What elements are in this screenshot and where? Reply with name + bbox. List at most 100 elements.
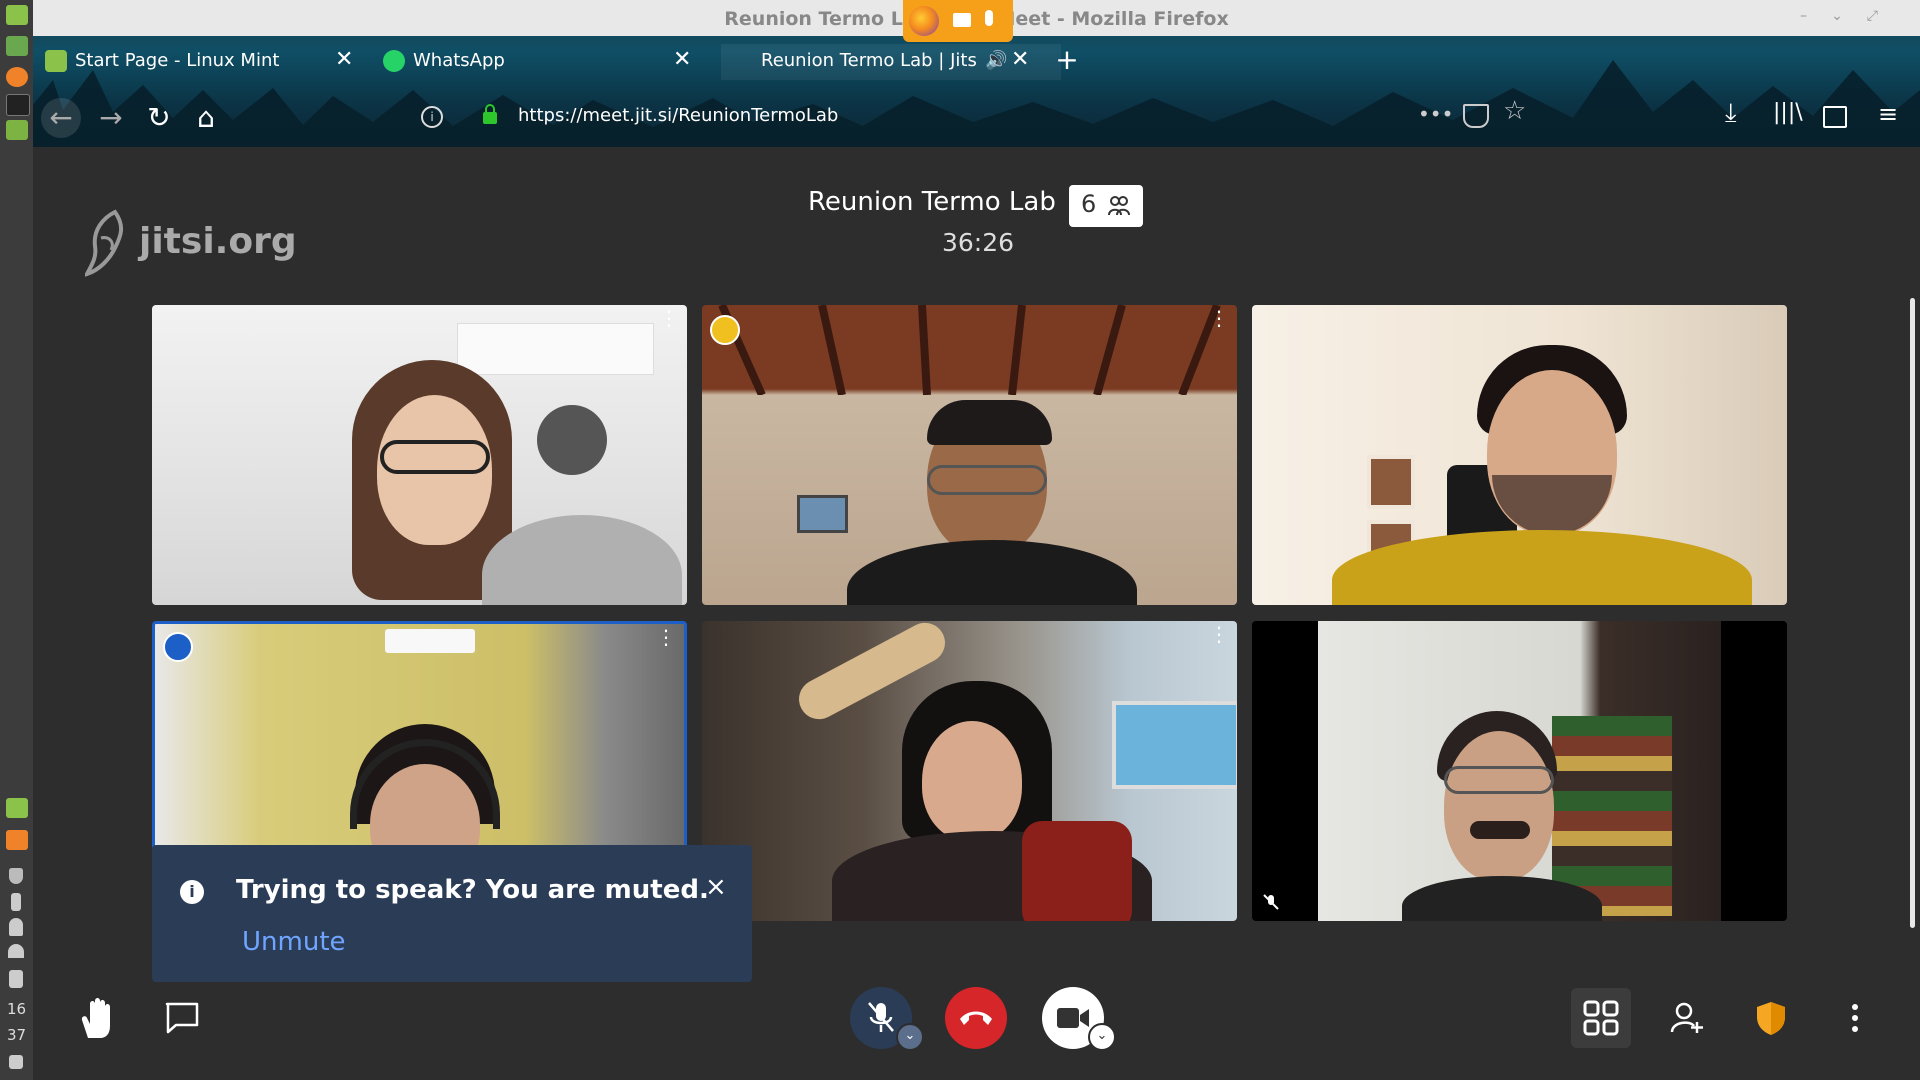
reload-icon[interactable]: ↻ [139, 98, 179, 138]
mustache [1470, 821, 1530, 839]
clock-minute[interactable]: 37 [0, 1026, 33, 1044]
sidebar-toggle-icon[interactable] [1823, 106, 1847, 128]
moderator-icon [163, 632, 193, 662]
bookmark-star-icon[interactable]: ☆ [1503, 96, 1526, 126]
whatsapp-favicon-icon [383, 50, 405, 72]
hair [927, 400, 1052, 445]
invite-participants-button[interactable] [1670, 1002, 1704, 1038]
window-list-firefox-icon[interactable] [6, 830, 28, 850]
tile-view-icon [1583, 1000, 1619, 1036]
tile-more-icon[interactable]: ⋮ [1209, 624, 1229, 644]
mic-muted-icon [868, 1002, 894, 1032]
bluetooth-tray-icon[interactable] [11, 893, 21, 911]
participant-video-tile-speaking[interactable]: ⋮ [702, 305, 1237, 605]
red-chair [1022, 821, 1132, 921]
wall-picture [797, 495, 848, 533]
jitsi-watermark[interactable]: jitsi.org [85, 208, 297, 278]
clock-hour[interactable]: 16 [0, 1000, 33, 1018]
notification-message: Trying to speak? You are muted. [236, 875, 709, 905]
camera-toggle-button[interactable]: ⌄ [1042, 987, 1116, 1051]
forward-icon[interactable]: → [91, 98, 131, 138]
logo-text: jitsi.org [139, 221, 297, 262]
linux-mint-favicon-icon [45, 50, 67, 72]
tab-whatsapp[interactable]: WhatsApp ✕ [373, 44, 693, 80]
mint-menu-icon[interactable] [6, 5, 28, 25]
tab-label: Reunion Termo Lab | Jitsi [761, 50, 976, 71]
site-info-icon[interactable]: i [421, 106, 443, 128]
participant-video-tile[interactable] [1252, 305, 1787, 605]
close-tab-icon[interactable]: ✕ [1011, 47, 1029, 72]
window-list-mint-icon[interactable] [6, 798, 28, 818]
unmute-link[interactable]: Unmute [242, 927, 346, 957]
muted-notification: i Trying to speak? You are muted. Unmute… [152, 845, 752, 982]
files-launcher-icon[interactable] [6, 120, 28, 140]
secure-lock-icon[interactable] [483, 104, 497, 124]
firefox-launcher-icon[interactable] [6, 67, 28, 87]
tile-view-button[interactable] [1571, 988, 1631, 1048]
volume-tray-icon[interactable] [9, 1055, 23, 1069]
hangup-icon [960, 1011, 992, 1025]
background-monitor [1112, 701, 1237, 789]
menu-hamburger-icon[interactable]: ≡ [1878, 100, 1898, 128]
invite-icon [1670, 1002, 1703, 1033]
raise-hand-icon [81, 998, 110, 1038]
pocket-icon[interactable] [1463, 104, 1489, 128]
participants-icon [1108, 196, 1130, 216]
wifi-tray-icon[interactable] [8, 944, 24, 958]
camera-sharing-icon [953, 13, 971, 27]
participant-video-tile[interactable]: ⋮ [702, 621, 1237, 921]
jitsi-logo-icon [85, 209, 123, 277]
page-actions-icon[interactable]: ••• [1418, 102, 1453, 126]
wall-art [1367, 455, 1415, 509]
new-tab-icon[interactable]: + [1047, 40, 1087, 80]
firefox-window-chrome: Reunion Termo Lab | Jitsi Meet - Mozilla… [33, 0, 1920, 147]
face [1444, 731, 1554, 881]
close-tab-icon[interactable]: ✕ [673, 47, 691, 72]
tab-jitsi-active[interactable]: Reunion Termo Lab | Jitsi 🔊 ✕ [721, 44, 1061, 80]
glasses [927, 465, 1047, 495]
tab-label: Start Page - Linux Mint [75, 50, 280, 71]
tab-label: WhatsApp [413, 50, 505, 71]
participant-count: 6 [1081, 190, 1097, 218]
tile-more-icon[interactable]: ⋮ [656, 627, 676, 647]
hangup-button[interactable] [945, 987, 1007, 1049]
clipboard-tray-icon[interactable] [9, 970, 23, 988]
tab-audio-icon[interactable]: 🔊 [985, 50, 1007, 71]
air-conditioner [385, 629, 475, 653]
shirt [847, 540, 1137, 605]
close-notification-icon[interactable]: × [705, 872, 727, 902]
participant-count-badge[interactable]: 6 [1069, 185, 1143, 227]
chat-icon [165, 1002, 199, 1034]
downloads-icon[interactable]: ⤓ [1725, 98, 1737, 129]
raise-hand-button[interactable] [78, 998, 118, 1044]
microphone-toggle-button[interactable]: ⌄ [850, 987, 924, 1051]
more-actions-button[interactable] [1845, 1002, 1865, 1034]
tile-more-icon[interactable]: ⋮ [1209, 308, 1229, 328]
camera-icon [1057, 1008, 1089, 1028]
recording-indicator[interactable] [903, 0, 1013, 42]
background-object [537, 405, 607, 475]
show-desktop-icon[interactable] [6, 36, 28, 56]
participant-video-tile[interactable] [1252, 621, 1787, 921]
home-icon[interactable]: ⌂ [186, 98, 226, 138]
page-scrollbar[interactable] [1910, 298, 1915, 928]
participant-video-tile[interactable]: ⋮ [152, 305, 687, 605]
camera-options-chevron-icon[interactable]: ⌄ [1088, 1023, 1116, 1051]
close-tab-icon[interactable]: ✕ [335, 47, 353, 72]
security-options-button[interactable] [1755, 1000, 1787, 1040]
library-icon[interactable]: |||\ [1773, 100, 1803, 125]
mic-options-chevron-icon[interactable]: ⌄ [896, 1023, 924, 1051]
url-bar[interactable]: https://meet.jit.si/ReunionTermoLab [518, 105, 838, 126]
conference-title: Reunion Termo Lab [808, 187, 1056, 217]
user-tray-icon[interactable] [9, 918, 23, 936]
tile-more-icon[interactable]: ⋮ [659, 308, 679, 328]
chat-button[interactable] [164, 1001, 200, 1039]
face [922, 721, 1022, 841]
back-icon[interactable]: ← [41, 98, 81, 138]
shield-tray-icon[interactable] [9, 868, 23, 884]
terminal-launcher-icon[interactable] [6, 94, 30, 116]
tab-start-page[interactable]: Start Page - Linux Mint ✕ [35, 44, 355, 80]
window-controls[interactable]: –⌄⤢ [1800, 8, 1902, 24]
conference-timer: 36:26 [942, 228, 1015, 257]
info-icon: i [180, 880, 204, 904]
